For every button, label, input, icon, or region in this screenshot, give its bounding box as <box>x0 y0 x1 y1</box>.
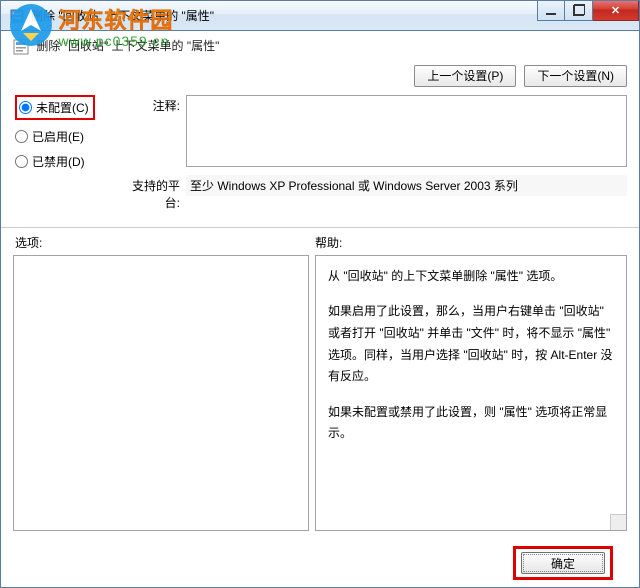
radio-disabled[interactable]: 已禁用(D) <box>15 153 95 170</box>
radio-enabled[interactable]: 已启用(E) <box>15 128 95 145</box>
options-label: 选项: <box>15 234 315 251</box>
subtitle-text: 删除 "回收站" 上下文菜单的 "属性" <box>36 39 219 53</box>
bottom-bar: 确定 <box>1 539 639 587</box>
remark-textarea[interactable] <box>186 95 627 167</box>
subtitle-row: 删除 "回收站" 上下文菜单的 "属性" <box>1 31 639 59</box>
help-label: 帮助: <box>315 234 342 251</box>
ok-highlight: 确定 <box>513 546 613 580</box>
dialog-window: 河东软件园 www.pc0359.cn 删除 "回收站" 上下文菜单的 "属性"… <box>0 0 640 588</box>
radio-not-configured-label: 未配置(C) <box>36 99 89 116</box>
options-box <box>13 255 309 531</box>
help-p1: 从 "回收站" 的上下文菜单删除 "属性" 选项。 <box>328 266 614 288</box>
minimize-button[interactable] <box>537 1 565 21</box>
top-area: 上一个设置(P) 下一个设置(N) 未配置(C) 已启用(E) 已禁用(D) 注… <box>1 59 639 228</box>
radio-not-configured-input[interactable] <box>19 101 32 114</box>
window-controls <box>537 1 639 21</box>
radio-not-configured[interactable]: 未配置(C) <box>15 95 95 120</box>
section-labels: 选项: 帮助: <box>1 228 639 255</box>
radio-enabled-label: 已启用(E) <box>32 128 84 145</box>
prev-setting-button[interactable]: 上一个设置(P) <box>414 65 516 87</box>
state-radio-group: 未配置(C) 已启用(E) 已禁用(D) <box>15 95 95 170</box>
close-button[interactable] <box>593 1 639 21</box>
ok-button[interactable]: 确定 <box>521 552 605 574</box>
resize-grip-icon[interactable] <box>610 514 626 530</box>
titlebar[interactable]: 删除 "回收站" 上下文菜单的 "属性" <box>1 1 639 31</box>
lower-area: 从 "回收站" 的上下文菜单删除 "属性" 选项。 如果启用了此设置，那么，当用… <box>1 255 639 539</box>
app-icon <box>9 8 25 24</box>
platform-label: 支持的平台: <box>125 175 180 211</box>
help-p2: 如果启用了此设置，那么，当用户右键单击 "回收站" 或者打开 "回收站" 并单击… <box>328 301 614 387</box>
help-box[interactable]: 从 "回收站" 的上下文菜单删除 "属性" 选项。 如果启用了此设置，那么，当用… <box>315 255 627 531</box>
radio-disabled-label: 已禁用(D) <box>32 153 85 170</box>
maximize-button[interactable] <box>565 1 593 21</box>
radio-disabled-input[interactable] <box>15 155 28 168</box>
policy-icon <box>13 39 29 55</box>
window-title: 删除 "回收站" 上下文菜单的 "属性" <box>31 7 214 24</box>
next-setting-button[interactable]: 下一个设置(N) <box>524 65 627 87</box>
platform-value: 至少 Windows XP Professional 或 Windows Ser… <box>186 175 627 196</box>
remark-label: 注释: <box>125 95 180 114</box>
radio-enabled-input[interactable] <box>15 130 28 143</box>
help-p3: 如果未配置或禁用了此设置，则 "属性" 选项将正常显示。 <box>328 402 614 445</box>
